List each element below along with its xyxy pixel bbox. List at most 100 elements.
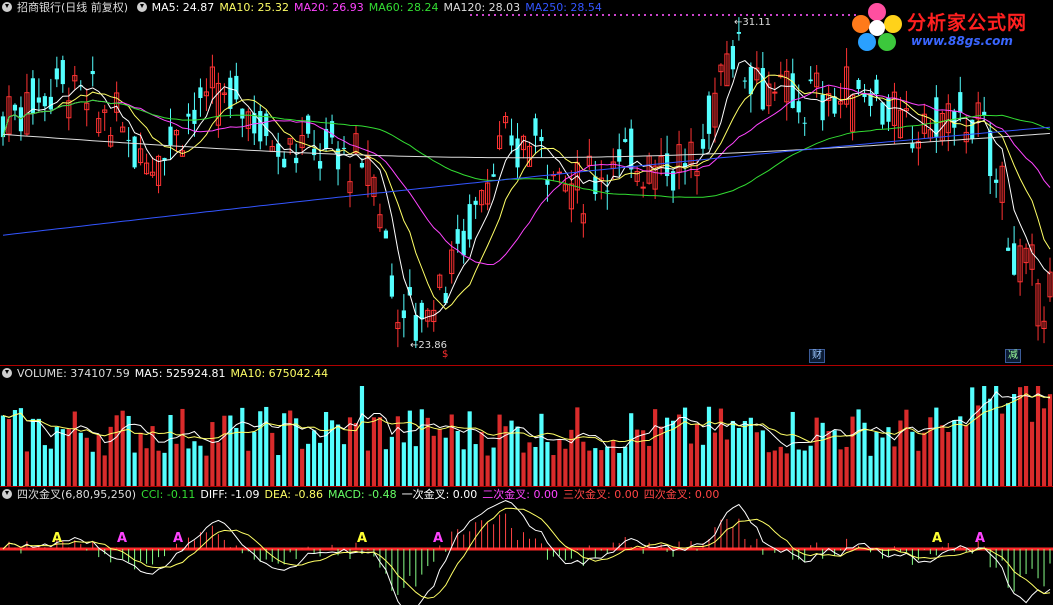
volume-bar	[814, 417, 819, 486]
volume-bar	[712, 432, 718, 486]
candle-body	[473, 200, 478, 205]
dot-marker	[662, 14, 664, 16]
volume-bar	[509, 420, 514, 486]
ma250-line	[2, 126, 1051, 236]
candle-body	[880, 102, 885, 125]
volume-bar	[653, 409, 658, 486]
volume-bar	[1017, 387, 1023, 486]
volume-bar	[120, 410, 125, 486]
site-logo[interactable]: 分析家公式网 www.88gs.com	[849, 2, 1049, 54]
volume-panel[interactable]: VOLUME: 374107.59 MA5: 525924.81 MA10: 675…	[0, 366, 1053, 486]
candle-body	[60, 60, 65, 85]
settings-icon[interactable]	[2, 2, 12, 12]
volume-bar	[593, 448, 598, 486]
price-panel[interactable]: 招商银行(日线 前复权) MA5: 24.87 MA10: 25.32 MA20: …	[0, 0, 1053, 365]
candle-body	[186, 113, 191, 117]
dot-marker	[800, 14, 802, 16]
candlestick-chart[interactable]	[0, 0, 1053, 365]
dot-marker	[836, 14, 838, 16]
volume-bar	[312, 430, 317, 486]
volume-bar	[138, 432, 143, 486]
volume-legend-item-2: MA10: 675042.44	[230, 367, 329, 380]
volume-bar	[186, 448, 191, 486]
candle-body	[461, 230, 466, 256]
macd-panel[interactable]: 四次金叉(6,80,95,250) CCI: -0.11 DIFF: -1.09 DE…	[0, 487, 1053, 605]
dot-marker	[686, 14, 688, 16]
dot-marker	[794, 14, 796, 16]
volume-bar	[144, 448, 149, 486]
candle-body	[934, 97, 939, 137]
dot-marker	[650, 14, 652, 16]
volume-bar	[617, 452, 622, 486]
macd-legend-item-8: 四次金叉: 0.00	[643, 488, 720, 501]
volume-bar	[288, 410, 293, 486]
volume-bar	[820, 422, 825, 486]
volume-bar	[443, 437, 448, 486]
volume-bar	[904, 409, 909, 486]
volume-bar	[808, 445, 813, 486]
candle-body	[323, 128, 329, 150]
event-mark-2[interactable]: 减	[1005, 349, 1021, 363]
volume-bar	[700, 444, 706, 486]
volume-bar	[24, 451, 30, 486]
candle-body	[198, 87, 203, 99]
candle-body	[640, 186, 646, 189]
macd-chart[interactable]	[0, 487, 1053, 605]
volume-bar	[659, 426, 664, 486]
cross-marker: A	[117, 531, 128, 546]
dot-marker	[722, 14, 724, 16]
volume-legend-item-0: VOLUME: 374107.59	[17, 367, 130, 380]
event-mark-1[interactable]: 财	[809, 349, 825, 363]
candle-body	[443, 293, 448, 304]
volume-bar	[6, 419, 12, 486]
candle-body	[276, 143, 281, 157]
volume-bar	[952, 420, 957, 486]
volume-chart[interactable]	[0, 366, 1053, 486]
candle-body	[539, 136, 544, 142]
settings-icon[interactable]	[2, 489, 12, 499]
volume-bar	[204, 455, 209, 486]
volume-bar	[12, 410, 18, 486]
volume-bar	[276, 455, 281, 486]
candle-body	[419, 302, 424, 320]
volume-bar	[210, 422, 215, 486]
dot-marker	[752, 14, 754, 16]
volume-bar	[294, 418, 299, 486]
macd-legend: 四次金叉(6,80,95,250) CCI: -0.11 DIFF: -1.09 DE…	[2, 487, 729, 503]
volume-bar	[246, 450, 251, 486]
volume-bar	[545, 442, 550, 486]
volume-bar	[192, 441, 197, 486]
candle-body	[36, 97, 41, 103]
volume-bar	[72, 411, 77, 486]
volume-bar	[766, 452, 771, 486]
dot-marker	[764, 14, 766, 16]
candle-body	[760, 68, 765, 110]
volume-bar	[270, 432, 275, 486]
ma20-line	[2, 84, 1051, 266]
cross-marker: A	[433, 531, 444, 546]
volume-bar	[539, 413, 544, 486]
volume-bar	[198, 445, 203, 486]
macd-legend-item-0: 四次金叉(6,80,95,250)	[17, 488, 137, 501]
dot-marker	[842, 14, 844, 16]
volume-bar	[581, 441, 586, 486]
volume-bar	[425, 417, 430, 486]
volume-bar	[491, 447, 496, 486]
volume-bar	[521, 452, 526, 486]
cross-marker: A	[357, 531, 368, 546]
event-mark-0[interactable]: $	[440, 349, 450, 361]
volume-bar	[96, 435, 101, 486]
volume-bar	[515, 426, 520, 486]
volume-bar	[856, 409, 861, 486]
settings-icon[interactable]	[2, 368, 12, 378]
settings-icon[interactable]	[136, 2, 147, 12]
volume-bar	[222, 415, 227, 486]
candle-body	[341, 147, 347, 149]
volume-bar	[449, 414, 454, 486]
dot-marker	[644, 14, 646, 16]
candle-body	[790, 73, 795, 108]
volume-bar	[66, 428, 71, 486]
volume-bar	[264, 406, 269, 486]
dot-marker	[740, 14, 742, 16]
volume-bar	[419, 409, 424, 486]
